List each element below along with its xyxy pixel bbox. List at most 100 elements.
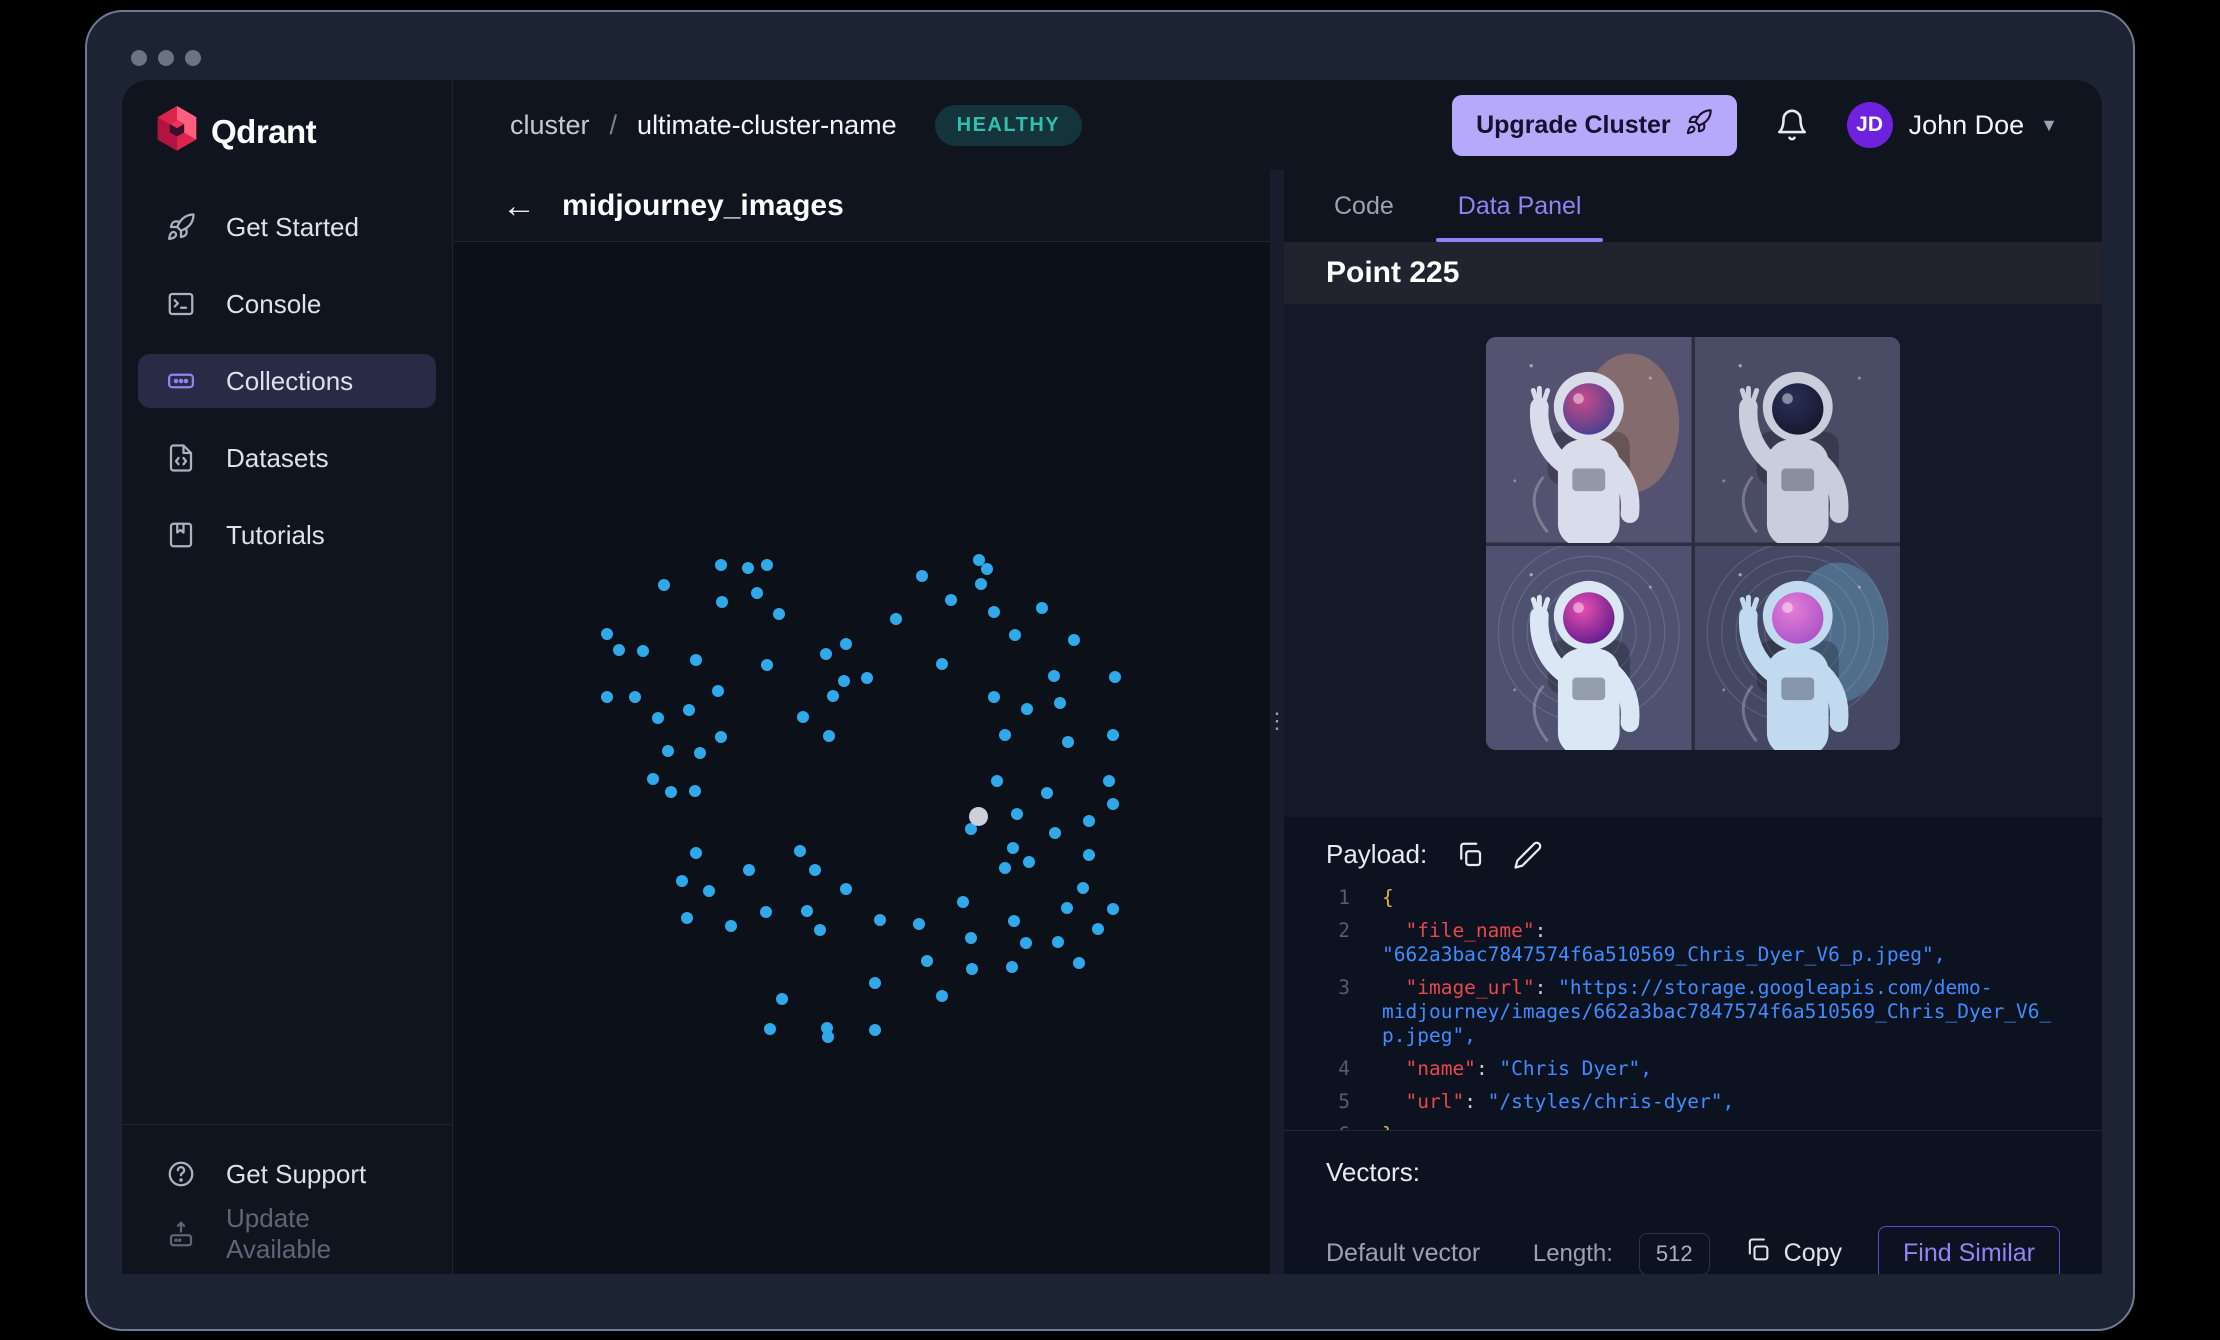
selected-vector-point[interactable] bbox=[969, 807, 988, 826]
breadcrumb-cluster-link[interactable]: cluster bbox=[510, 110, 590, 141]
vector-point[interactable] bbox=[1008, 915, 1020, 927]
vector-point[interactable] bbox=[751, 587, 763, 599]
vector-point[interactable] bbox=[1054, 697, 1066, 709]
vector-point[interactable] bbox=[921, 955, 933, 967]
vector-point[interactable] bbox=[890, 613, 902, 625]
vector-point[interactable] bbox=[690, 847, 702, 859]
vector-point[interactable] bbox=[913, 918, 925, 930]
vector-point[interactable] bbox=[1083, 849, 1095, 861]
vector-point[interactable] bbox=[838, 675, 850, 687]
vector-point[interactable] bbox=[809, 864, 821, 876]
vector-point[interactable] bbox=[988, 691, 1000, 703]
vector-point[interactable] bbox=[683, 704, 695, 716]
vector-point[interactable] bbox=[689, 785, 701, 797]
edit-payload-icon[interactable] bbox=[1513, 840, 1543, 870]
vector-point[interactable] bbox=[1036, 602, 1048, 614]
vector-point[interactable] bbox=[936, 990, 948, 1002]
vector-point[interactable] bbox=[1083, 815, 1095, 827]
vector-point[interactable] bbox=[764, 1023, 776, 1035]
vector-point[interactable] bbox=[820, 648, 832, 660]
vector-point[interactable] bbox=[1107, 729, 1119, 741]
tab-data-panel[interactable]: Data Panel bbox=[1436, 170, 1604, 242]
vector-point[interactable] bbox=[1109, 671, 1121, 683]
copy-vector-button[interactable]: Copy bbox=[1744, 1236, 1842, 1271]
vector-point[interactable] bbox=[874, 914, 886, 926]
vector-point[interactable] bbox=[715, 731, 727, 743]
vector-point[interactable] bbox=[761, 559, 773, 571]
vector-point[interactable] bbox=[801, 905, 813, 917]
window-control-dot[interactable] bbox=[185, 50, 201, 66]
vector-point[interactable] bbox=[652, 712, 664, 724]
vector-point[interactable] bbox=[613, 644, 625, 656]
notifications-bell-icon[interactable] bbox=[1775, 108, 1809, 142]
vector-point[interactable] bbox=[658, 579, 670, 591]
vector-point[interactable] bbox=[957, 896, 969, 908]
vector-point[interactable] bbox=[629, 691, 641, 703]
vector-point[interactable] bbox=[715, 559, 727, 571]
vector-point[interactable] bbox=[1021, 703, 1033, 715]
vector-point[interactable] bbox=[945, 594, 957, 606]
vector-point[interactable] bbox=[725, 920, 737, 932]
vector-scatter-plot[interactable] bbox=[454, 242, 1270, 1274]
vector-point[interactable] bbox=[975, 578, 987, 590]
vector-point[interactable] bbox=[916, 570, 928, 582]
vector-point[interactable] bbox=[861, 672, 873, 684]
vector-point[interactable] bbox=[797, 711, 809, 723]
vector-point[interactable] bbox=[840, 638, 852, 650]
sidebar-item-collections[interactable]: Collections bbox=[138, 354, 436, 408]
qdrant-logo[interactable]: Qdrant bbox=[156, 106, 316, 157]
vector-point[interactable] bbox=[1049, 827, 1061, 839]
vector-point[interactable] bbox=[776, 993, 788, 1005]
vector-point[interactable] bbox=[1048, 670, 1060, 682]
vector-point[interactable] bbox=[840, 883, 852, 895]
window-control-dot[interactable] bbox=[131, 50, 147, 66]
vector-point[interactable] bbox=[981, 563, 993, 575]
vector-point[interactable] bbox=[773, 608, 785, 620]
vector-point[interactable] bbox=[1007, 842, 1019, 854]
vector-point[interactable] bbox=[1092, 923, 1104, 935]
vector-point[interactable] bbox=[601, 691, 613, 703]
vector-point[interactable] bbox=[1107, 903, 1119, 915]
back-arrow-icon[interactable]: ← bbox=[502, 189, 536, 223]
vector-point[interactable] bbox=[662, 745, 674, 757]
vector-point[interactable] bbox=[703, 885, 715, 897]
vector-point[interactable] bbox=[936, 658, 948, 670]
vector-point[interactable] bbox=[965, 932, 977, 944]
vector-point[interactable] bbox=[676, 875, 688, 887]
vector-point[interactable] bbox=[1009, 629, 1021, 641]
vector-point[interactable] bbox=[1062, 736, 1074, 748]
vector-point[interactable] bbox=[1006, 961, 1018, 973]
vector-point[interactable] bbox=[827, 690, 839, 702]
sidebar-item-update-available[interactable]: Update Available bbox=[138, 1207, 436, 1261]
user-menu[interactable]: JD John Doe ▼ bbox=[1847, 102, 2058, 148]
panel-resize-divider[interactable]: ⋮ bbox=[1270, 170, 1284, 1274]
vector-point[interactable] bbox=[1077, 882, 1089, 894]
vector-point[interactable] bbox=[1041, 787, 1053, 799]
vector-point[interactable] bbox=[823, 730, 835, 742]
vector-point[interactable] bbox=[743, 864, 755, 876]
vector-point[interactable] bbox=[760, 906, 772, 918]
vector-point[interactable] bbox=[991, 775, 1003, 787]
vector-point[interactable] bbox=[1052, 936, 1064, 948]
vector-point[interactable] bbox=[1023, 856, 1035, 868]
vector-point[interactable] bbox=[1107, 798, 1119, 810]
vector-point[interactable] bbox=[1103, 775, 1115, 787]
sidebar-item-get-support[interactable]: Get Support bbox=[138, 1147, 436, 1201]
vector-point[interactable] bbox=[647, 773, 659, 785]
sidebar-item-get-started[interactable]: Get Started bbox=[138, 200, 436, 254]
vector-point[interactable] bbox=[761, 659, 773, 671]
sidebar-item-console[interactable]: Console bbox=[138, 277, 436, 331]
vector-point[interactable] bbox=[1061, 902, 1073, 914]
vector-point[interactable] bbox=[814, 924, 826, 936]
vector-point[interactable] bbox=[601, 628, 613, 640]
upgrade-cluster-button[interactable]: Upgrade Cluster bbox=[1452, 95, 1736, 156]
vector-point[interactable] bbox=[1011, 808, 1023, 820]
vector-point[interactable] bbox=[1020, 937, 1032, 949]
vector-point[interactable] bbox=[712, 685, 724, 697]
tab-code[interactable]: Code bbox=[1312, 170, 1416, 242]
vector-point[interactable] bbox=[694, 747, 706, 759]
sidebar-item-datasets[interactable]: Datasets bbox=[138, 431, 436, 485]
sidebar-item-tutorials[interactable]: Tutorials bbox=[138, 508, 436, 562]
vector-point[interactable] bbox=[794, 845, 806, 857]
find-similar-button[interactable]: Find Similar bbox=[1878, 1226, 2060, 1274]
